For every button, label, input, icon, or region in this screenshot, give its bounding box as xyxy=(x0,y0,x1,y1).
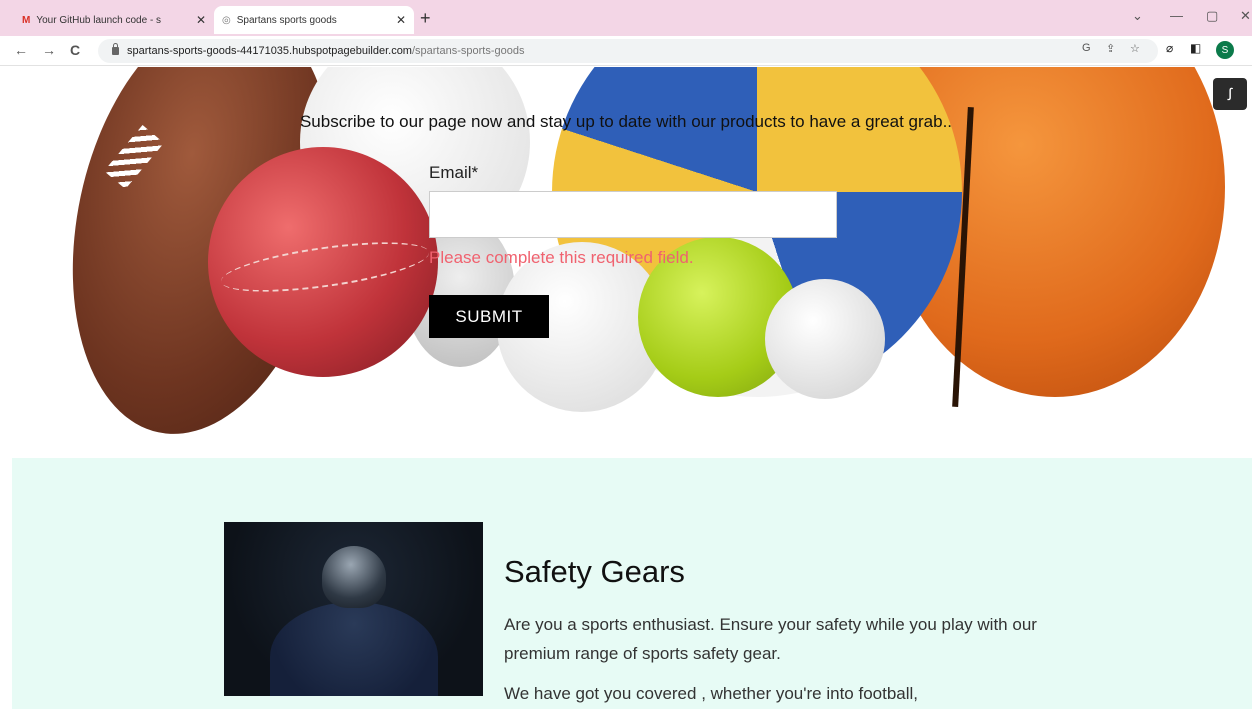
profile-avatar[interactable]: S xyxy=(1216,41,1234,59)
tab-search-icon[interactable]: ⌄ xyxy=(1132,8,1143,24)
side-panel-icon[interactable]: ◧ xyxy=(1190,41,1201,55)
minimize-icon[interactable]: — xyxy=(1170,8,1183,23)
globe-icon: ◎ xyxy=(222,14,231,26)
tab-bar: M Your GitHub launch code - s ✕ ◎ Sparta… xyxy=(0,0,1252,36)
shoulder-pads xyxy=(270,602,438,696)
url-host: spartans-sports-goods-44171035.hubspotpa… xyxy=(127,45,412,57)
close-tab-icon[interactable]: ✕ xyxy=(396,13,406,27)
safety-gears-section: Safety Gears Are you a sports enthusiast… xyxy=(12,458,1252,709)
tab-spartans[interactable]: ◎ Spartans sports goods ✕ xyxy=(214,6,414,34)
subscribe-text: Subscribe to our page now and stay up to… xyxy=(299,112,953,131)
close-window-icon[interactable]: ✕ xyxy=(1240,8,1251,24)
restore-icon[interactable]: ▢ xyxy=(1206,8,1218,24)
google-lens-icon[interactable]: G xyxy=(1082,42,1091,54)
error-message: Please complete this required field. xyxy=(429,248,694,267)
forward-icon[interactable]: → xyxy=(42,42,56,58)
lock-icon xyxy=(112,43,119,55)
hubspot-sprocket-icon[interactable]: ꭍ xyxy=(1213,78,1247,110)
section-paragraph: We have got you covered , whether you're… xyxy=(504,684,919,703)
tab-title: Your GitHub launch code - s xyxy=(36,14,162,26)
address-bar: ← → C spartans-sports-goods-44171035.hub… xyxy=(0,36,1252,66)
submit-button[interactable]: SUBMIT xyxy=(429,295,549,338)
back-icon[interactable]: ← xyxy=(14,42,28,58)
gmail-icon: M xyxy=(22,14,31,26)
reload-icon[interactable]: C xyxy=(70,42,80,58)
helmet-player-image xyxy=(224,522,483,696)
tab-gmail[interactable]: M Your GitHub launch code - s ✕ xyxy=(14,6,214,34)
bookmark-star-icon[interactable]: ☆ xyxy=(1130,42,1140,55)
share-icon[interactable]: ⇪ xyxy=(1106,42,1115,55)
url-field[interactable]: spartans-sports-goods-44171035.hubspotpa… xyxy=(98,39,1158,63)
email-label: Email* xyxy=(429,163,479,182)
new-tab-button[interactable]: + xyxy=(420,8,431,29)
tab-title: Spartans sports goods xyxy=(236,14,337,26)
extension-icon[interactable]: ⌀ xyxy=(1166,41,1173,55)
section-paragraph: Are you a sports enthusiast. Ensure your… xyxy=(504,615,1037,663)
close-tab-icon[interactable]: ✕ xyxy=(196,13,206,27)
helmet xyxy=(322,546,386,608)
url-path: /spartans-sports-goods xyxy=(411,45,525,57)
email-input[interactable] xyxy=(429,191,837,238)
section-heading: Safety Gears xyxy=(504,554,685,589)
golf-ball-image xyxy=(765,279,885,399)
